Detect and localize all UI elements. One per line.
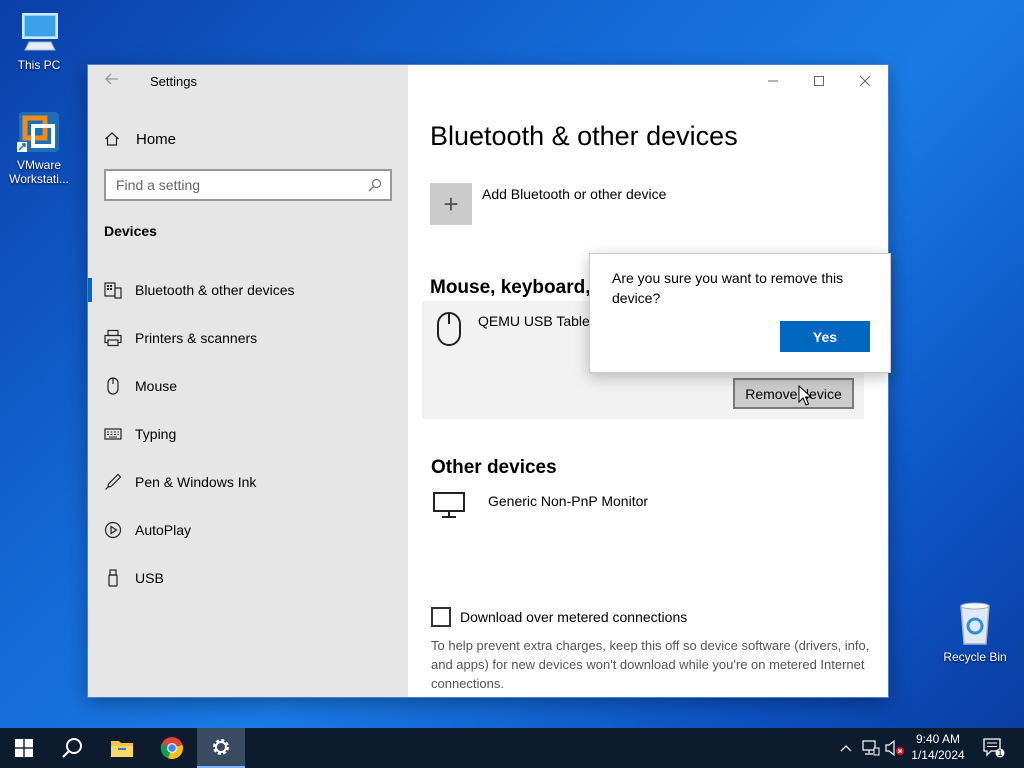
mouse-icon: [437, 312, 461, 346]
sidebar-item-label: Bluetooth & other devices: [135, 282, 295, 298]
search-field[interactable]: [104, 169, 392, 201]
sidebar-item-label: USB: [135, 570, 164, 586]
page-title: Bluetooth & other devices: [430, 121, 738, 151]
desktop-icon-this-pc[interactable]: This PC: [1, 8, 77, 72]
network-icon: [862, 740, 880, 756]
sidebar-item-autoplay[interactable]: AutoPlay: [88, 506, 408, 554]
settings-icon: [213, 739, 229, 755]
close-button[interactable]: [842, 65, 888, 97]
clock-time: 9:40 AM: [915, 732, 961, 746]
computer-icon: [15, 8, 63, 56]
confirm-question: Are you sure you want to remove this dev…: [612, 270, 844, 306]
sidebar-item-label: Pen & Windows Ink: [135, 474, 257, 490]
sidebar-nav: Bluetooth & other devices Printers & sca…: [88, 266, 408, 602]
back-arrow-icon[interactable]: [102, 71, 122, 91]
device-name: Generic Non-PnP Monitor: [488, 493, 649, 509]
sidebar-item-label: Printers & scanners: [135, 330, 258, 346]
mouse-cursor-icon: [798, 385, 812, 406]
sidebar-item-usb[interactable]: USB: [88, 554, 408, 602]
bluetooth-devices-icon: [104, 281, 122, 299]
sidebar-item-label: Typing: [135, 426, 177, 442]
sidebar-item-label: Home: [136, 130, 177, 148]
usb-icon: [104, 569, 122, 587]
chevron-up-icon: [840, 745, 852, 752]
device-name: QEMU USB Tablet: [478, 313, 594, 329]
remove-confirm-flyout: Are you sure you want to remove this dev…: [589, 253, 891, 373]
home-icon: [105, 132, 119, 146]
sidebar-section-label: Devices: [104, 223, 157, 239]
yes-button[interactable]: Yes: [780, 321, 870, 352]
taskbar-clock[interactable]: 9:40 AM 1/14/2024: [906, 731, 970, 763]
other-devices-section-title: Other devices: [431, 457, 557, 478]
tray-network-button[interactable]: [860, 728, 882, 768]
settings-sidebar: Settings Home Devices Bluetooth & other …: [88, 65, 408, 697]
settings-window: Settings Home Devices Bluetooth & other …: [88, 65, 888, 697]
sidebar-item-label: AutoPlay: [135, 522, 192, 538]
device-row-monitor[interactable]: Generic Non-PnP Monitor: [432, 491, 648, 519]
settings-content: Bluetooth & other devices + Add Bluetoot…: [408, 65, 888, 697]
autoplay-icon: [104, 521, 122, 539]
desktop-icon-recycle-bin[interactable]: Recycle Bin: [937, 600, 1013, 664]
monitor-icon: [433, 492, 465, 518]
search-icon: [368, 178, 382, 192]
metered-option[interactable]: Download over metered connections: [431, 607, 687, 627]
maximize-icon: [814, 76, 824, 86]
vmware-icon: [15, 108, 63, 156]
sidebar-item-home[interactable]: Home: [104, 127, 176, 151]
clock-date: 1/14/2024: [911, 748, 965, 762]
taskbar: 9:40 AM 1/14/2024 1: [0, 728, 1024, 768]
metered-checkbox[interactable]: [431, 607, 451, 627]
keyboard-icon: [104, 425, 122, 443]
sidebar-item-mouse[interactable]: Mouse: [88, 362, 408, 410]
action-center-button[interactable]: 1: [978, 728, 1010, 768]
minimize-icon: [768, 80, 778, 82]
maximize-button[interactable]: [796, 65, 842, 97]
sidebar-item-bluetooth[interactable]: Bluetooth & other devices: [88, 266, 408, 314]
notification-count: 1: [997, 748, 1003, 758]
printer-icon: [104, 329, 122, 347]
sidebar-item-printers[interactable]: Printers & scanners: [88, 314, 408, 362]
desktop-icon-vmware[interactable]: VMware Workstati...: [1, 108, 77, 186]
sidebar-item-typing[interactable]: Typing: [88, 410, 408, 458]
mouse-icon: [104, 377, 122, 395]
metered-description: To help prevent extra charges, keep this…: [431, 638, 870, 691]
desktop-icon-label: VMware Workstati...: [9, 158, 69, 186]
add-device-button[interactable]: + Add Bluetooth or other device: [430, 183, 666, 225]
start-button[interactable]: [0, 728, 48, 768]
start-icon: [15, 739, 33, 757]
sidebar-item-label: Mouse: [135, 378, 178, 394]
sidebar-item-pen[interactable]: Pen & Windows Ink: [88, 458, 408, 506]
plus-icon: +: [430, 183, 472, 225]
file-explorer-icon: [111, 741, 133, 757]
add-device-label: Add Bluetooth or other device: [482, 186, 667, 202]
volume-muted-icon: [885, 740, 904, 756]
search-icon: [62, 738, 82, 758]
title-bar[interactable]: Settings: [88, 65, 408, 97]
close-icon: [859, 75, 871, 87]
chrome-icon: [160, 737, 183, 760]
metered-label: Download over metered connections: [460, 609, 688, 625]
pen-icon: [104, 473, 122, 491]
taskbar-settings[interactable]: [197, 728, 245, 768]
tray-volume-button[interactable]: [884, 728, 906, 768]
recycle-bin-icon: [951, 600, 999, 648]
taskbar-chrome[interactable]: [148, 728, 196, 768]
desktop-icon-label: This PC: [17, 58, 61, 72]
taskbar-search-button[interactable]: [48, 728, 96, 768]
window-title: Settings: [150, 74, 197, 89]
minimize-button[interactable]: [750, 65, 796, 97]
remove-device-button[interactable]: Remove device: [733, 378, 854, 409]
desktop-icon-label: Recycle Bin: [943, 650, 1007, 664]
tray-overflow-button[interactable]: [836, 728, 856, 768]
search-input[interactable]: [116, 177, 356, 193]
taskbar-file-explorer[interactable]: [98, 728, 146, 768]
